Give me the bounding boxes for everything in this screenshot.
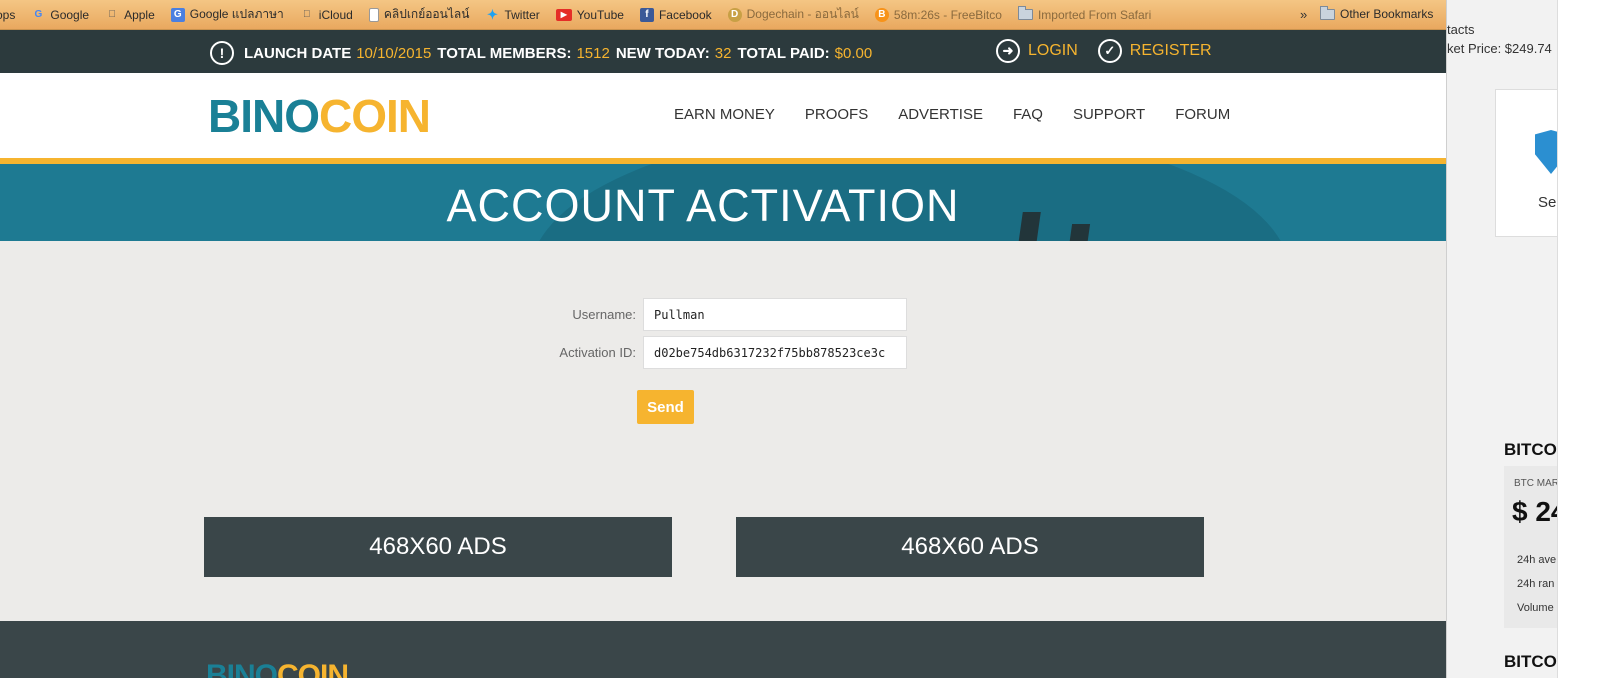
bookmarks-overflow-button[interactable]: » bbox=[1300, 7, 1307, 22]
logo-part-coin: COIN bbox=[319, 90, 431, 142]
launch-date-label: LAUNCH DATE bbox=[244, 44, 352, 62]
nav-proofs[interactable]: PROOFS bbox=[805, 106, 868, 123]
bookmark-label: Other Bookmarks bbox=[1340, 7, 1434, 21]
side-contacts-text: tacts bbox=[1447, 22, 1475, 37]
bookmark-label: 58m:26s - FreeBitco bbox=[893, 7, 1002, 22]
nav-advertise[interactable]: ADVERTISE bbox=[898, 106, 983, 123]
launch-date-value: 10/10/2015 bbox=[356, 44, 432, 62]
site-header: BINOCOIN EARN MONEY PROOFS ADVERTISE FAQ… bbox=[0, 73, 1446, 158]
activation-form: Username: Pullman Activation ID: d02be75… bbox=[0, 241, 1446, 621]
site-footer: BINOCOIN bbox=[0, 621, 1446, 678]
twitter-icon: ✦ bbox=[486, 6, 498, 22]
logo-part-coin: COIN bbox=[277, 659, 349, 678]
bookmark-imported-safari[interactable]: Imported From Safari bbox=[1017, 6, 1152, 22]
check-icon: ✓ bbox=[1097, 39, 1122, 63]
register-link[interactable]: REGISTER bbox=[1130, 42, 1212, 60]
username-label: Username: bbox=[572, 307, 636, 322]
google-translate-icon: G bbox=[170, 7, 185, 22]
auth-links: ➜ LOGIN ✓ REGISTER bbox=[996, 39, 1232, 63]
bookmark-apps[interactable]: ops bbox=[0, 8, 15, 22]
apple-icon:  bbox=[105, 8, 119, 22]
google-icon: G bbox=[34, 9, 43, 20]
activation-id-field[interactable]: d02be754db6317232f75bb878523ce3c bbox=[643, 336, 907, 369]
side-row: 24h ave bbox=[1517, 554, 1557, 566]
bookmark-clip[interactable]: คลิปเกย์ออนไลน์ bbox=[368, 5, 470, 24]
bookmark-other-bookmarks[interactable]: Other Bookmarks bbox=[1320, 5, 1434, 21]
side-market-label: BTC MAR bbox=[1514, 478, 1559, 489]
bookmark-label: Google แปลภาษา bbox=[189, 7, 284, 21]
site-stats: ! LAUNCH DATE 10/10/2015 TOTAL MEMBERS: … bbox=[210, 41, 878, 65]
bookmark-google-translate[interactable]: G Google แปลภาษา bbox=[170, 5, 284, 24]
page-hero: ACCOUNT ACTIVATION bbox=[0, 164, 1446, 241]
site-logo[interactable]: BINOCOIN bbox=[208, 90, 431, 142]
bookmark-label: คลิปเกย์ออนไลน์ bbox=[383, 7, 470, 21]
bookmark-label: Imported From Safari bbox=[1037, 7, 1152, 22]
bitcoin-icon: B bbox=[874, 7, 889, 22]
side-row: 24h ran bbox=[1517, 578, 1555, 590]
activation-id-label: Activation ID: bbox=[559, 345, 636, 360]
bookmark-freebitco[interactable]: B 58m:26s - FreeBitco bbox=[874, 7, 1002, 22]
bookmark-apple[interactable]:  Apple bbox=[105, 7, 155, 22]
side-heading: BITCO bbox=[1504, 440, 1557, 459]
bookmark-label: ops bbox=[0, 7, 16, 22]
logo-part-bino: BINO bbox=[208, 90, 320, 142]
folder-icon bbox=[1320, 5, 1335, 20]
main-nav: EARN MONEY PROOFS ADVERTISE FAQ SUPPORT … bbox=[674, 106, 1260, 123]
facebook-icon: f bbox=[639, 7, 654, 22]
logo-part-bino: BINO bbox=[206, 659, 278, 678]
bookmark-label: iCloud bbox=[318, 7, 353, 22]
youtube-icon: ▶ bbox=[555, 8, 572, 21]
bookmark-google[interactable]: G Google bbox=[31, 8, 89, 22]
nav-support[interactable]: SUPPORT bbox=[1073, 106, 1145, 123]
bookmark-youtube[interactable]: ▶ YouTube bbox=[555, 7, 624, 22]
bookmark-label: Facebook bbox=[658, 7, 712, 22]
bookmark-label: YouTube bbox=[576, 7, 624, 22]
bookmark-label: Dogechain - ออนไลน์ bbox=[746, 7, 859, 21]
side-row: Volume bbox=[1517, 602, 1554, 614]
bookmark-label: Google bbox=[50, 7, 90, 22]
bookmark-label: Apple bbox=[124, 7, 155, 22]
total-members-label: TOTAL MEMBERS: bbox=[437, 44, 572, 62]
bookmark-label: Twitter bbox=[504, 7, 540, 22]
side-heading: BITCO bbox=[1504, 652, 1557, 671]
total-members-value: 1512 bbox=[576, 44, 610, 62]
bookmark-icloud[interactable]:  iCloud bbox=[300, 8, 353, 22]
ad-banner-left[interactable]: 468X60 ADS bbox=[204, 517, 672, 577]
page-icon bbox=[368, 7, 379, 22]
activation-id-row: Activation ID: d02be754db6317232f75bb878… bbox=[542, 336, 907, 369]
stats-bar: ! LAUNCH DATE 10/10/2015 TOTAL MEMBERS: … bbox=[0, 30, 1446, 73]
bookmarks-bar: ops G Google  Apple G Google แปลภาษา  … bbox=[0, 0, 1446, 30]
total-paid-label: TOTAL PAID: bbox=[737, 44, 830, 62]
side-market-price: ket Price: $249.74 bbox=[1447, 41, 1552, 56]
nav-earn-money[interactable]: EARN MONEY bbox=[674, 106, 775, 123]
folder-icon bbox=[1017, 6, 1033, 20]
footer-logo[interactable]: BINOCOIN bbox=[206, 659, 349, 678]
ad-banner-right[interactable]: 468X60 ADS bbox=[736, 517, 1204, 577]
side-window: tacts ket Price: $249.74 Sec BITCO BTC M… bbox=[1446, 0, 1615, 678]
nav-forum[interactable]: FORUM bbox=[1175, 106, 1230, 123]
new-today-label: NEW TODAY: bbox=[615, 44, 710, 62]
page-title: ACCOUNT ACTIVATION bbox=[446, 180, 960, 231]
login-link[interactable]: LOGIN bbox=[1028, 42, 1078, 60]
total-paid-value: $0.00 bbox=[834, 44, 873, 62]
send-button[interactable]: Send bbox=[637, 390, 694, 424]
username-field[interactable]: Pullman bbox=[643, 298, 907, 331]
new-today-value: 32 bbox=[714, 44, 732, 62]
bookmark-dogechain[interactable]: D Dogechain - ออนไลน์ bbox=[727, 5, 859, 24]
login-icon: ➜ bbox=[996, 39, 1020, 63]
bookmark-facebook[interactable]: f Facebook bbox=[639, 7, 712, 22]
alert-icon: ! bbox=[210, 41, 234, 65]
bookmark-twitter[interactable]: ✦ Twitter bbox=[485, 6, 540, 22]
nav-faq[interactable]: FAQ bbox=[1013, 106, 1043, 123]
apple-icon:  bbox=[300, 8, 314, 22]
username-row: Username: Pullman bbox=[542, 298, 907, 331]
dogechain-icon: D bbox=[727, 7, 742, 22]
side-window-edge bbox=[1557, 0, 1615, 678]
